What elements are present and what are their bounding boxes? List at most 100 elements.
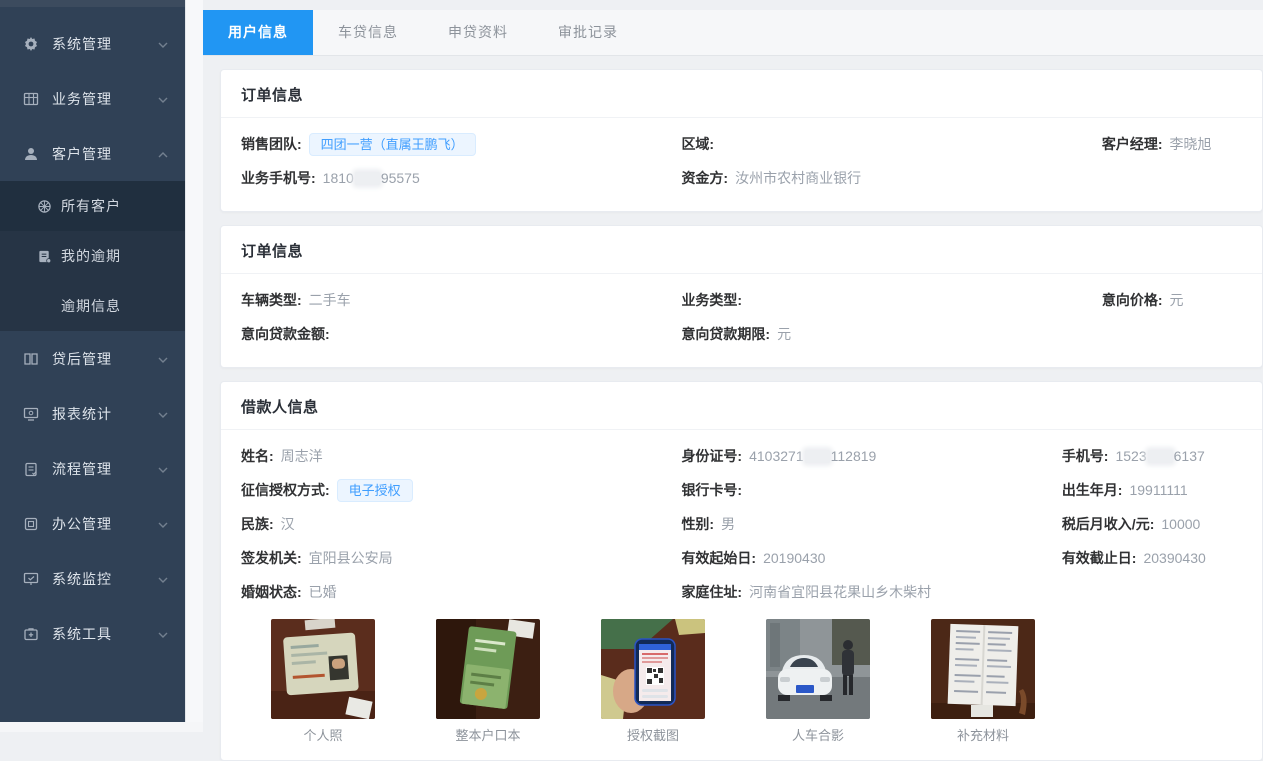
photo-item: 整本户口本	[436, 619, 540, 744]
sidebar-item-process[interactable]: 流程管理	[0, 441, 185, 496]
photo-item: 人车合影	[766, 619, 870, 744]
detail-tabbar: 用户信息 车贷信息 申贷资料 审批记录	[203, 10, 1263, 56]
field-label: 家庭住址:	[681, 584, 742, 600]
field-value: 10000	[1161, 516, 1200, 532]
document-icon	[36, 248, 52, 264]
field-value: 元	[1170, 292, 1184, 308]
chevron-down-icon	[157, 38, 169, 50]
field-id-number: 身份证号: 4103271112819	[681, 446, 1061, 466]
tab-approval-records[interactable]: 审批记录	[533, 10, 643, 55]
card-body: 车辆类型:二手车 业务类型: 意向价格:元 意向贷款金额: 意向贷款期限:元	[221, 274, 1262, 367]
field-ethnicity: 民族:汉	[241, 514, 681, 534]
sidebar-item-label: 办公管理	[52, 514, 157, 534]
field-label: 有效截止日:	[1062, 550, 1137, 566]
document-photo[interactable]	[931, 619, 1035, 719]
sidebar-item-reports[interactable]: 报表统计	[0, 386, 185, 441]
field-gender: 性别: 男	[681, 514, 1061, 534]
sidebar-item-office[interactable]: 办公管理	[0, 496, 185, 551]
field-row: 婚姻状态:已婚 家庭住址:河南省宜阳县花果山乡木柴村	[241, 575, 1242, 609]
field-vehicle-type: 车辆类型:二手车	[241, 290, 681, 310]
sales-team-tag: 四团一营（直属王鹏飞）	[309, 133, 476, 156]
field-value: 李晓旭	[1170, 136, 1212, 152]
field-home-address: 家庭住址:河南省宜阳县花果山乡木柴村	[681, 582, 1061, 602]
field-label: 银行卡号:	[681, 482, 742, 498]
photo-item: 补充材料	[931, 619, 1035, 744]
tab-car-loan-info[interactable]: 车贷信息	[313, 10, 423, 55]
field-value: 181095575	[323, 170, 420, 186]
sidebar-item-system[interactable]: 系统管理	[0, 16, 185, 71]
field-row: 销售团队:四团一营（直属王鹏飞） 区域: 客户经理:李晓旭	[241, 127, 1242, 161]
field-label: 手机号:	[1062, 448, 1109, 464]
sidebar-item-all-customers[interactable]: 所有客户	[0, 181, 185, 231]
field-value: 19911111	[1129, 482, 1187, 498]
main-content: 用户信息 车贷信息 申贷资料 审批记录 订单信息 销售团队:四团一营（直属王鹏飞…	[203, 0, 1263, 732]
field-valid-to: 有效截止日: 20390430	[1062, 548, 1242, 568]
field-value: 15236137	[1115, 448, 1204, 464]
sidebar-item-label: 业务管理	[52, 89, 157, 109]
chevron-down-icon	[157, 518, 169, 530]
order-info-card-2: 订单信息 车辆类型:二手车 业务类型: 意向价格:元 意向贷款金额:	[220, 225, 1263, 368]
field-label: 区域:	[681, 136, 714, 152]
field-label: 意向贷款期限:	[681, 326, 770, 342]
field-label: 姓名:	[241, 448, 274, 464]
chevron-up-icon	[157, 148, 169, 160]
field-value: 20390430	[1143, 550, 1205, 566]
sidebar-item-monitor[interactable]: 系统监控	[0, 551, 185, 606]
sidebar-item-business[interactable]: 业务管理	[0, 71, 185, 126]
person-car-photo[interactable]	[766, 619, 870, 719]
field-funder: 资金方:汝州市农村商业银行	[681, 168, 1101, 188]
auth-qr-photo[interactable]	[601, 619, 705, 719]
field-valid-from: 有效起始日:20190430	[681, 548, 1061, 568]
gear-icon	[22, 35, 39, 52]
wheel-icon	[36, 198, 52, 214]
sidebar-item-customer[interactable]: 客户管理	[0, 126, 185, 181]
sidebar-item-label: 流程管理	[52, 459, 157, 479]
card-body: 姓名:周志洋 身份证号:4103271112819 手机号:15236137 征…	[221, 430, 1262, 760]
photo-caption: 个人照	[271, 725, 375, 744]
field-label: 业务手机号:	[241, 170, 316, 186]
borrower-photos: 个人照	[271, 619, 1242, 744]
sidebar-item-overdue-info[interactable]: 逾期信息	[0, 281, 185, 331]
field-value: 4103271112819	[749, 448, 876, 464]
field-credit-auth: 征信授权方式:电子授权	[241, 479, 681, 502]
toolbox-icon	[22, 625, 39, 642]
sidebar-item-label: 报表统计	[52, 404, 157, 424]
photo-item: 授权截图	[601, 619, 705, 744]
id-card-photo[interactable]	[271, 619, 375, 719]
sidebar-item-postloan[interactable]: 贷后管理	[0, 331, 185, 386]
photo-item: 个人照	[271, 619, 375, 744]
field-row: 签发机关:宜阳县公安局 有效起始日:20190430 有效截止日:2039043…	[241, 541, 1242, 575]
tab-user-info[interactable]: 用户信息	[203, 10, 313, 55]
sidebar-item-tools[interactable]: 系统工具	[0, 606, 185, 661]
sidebar-item-label: 客户管理	[52, 144, 157, 164]
field-value: 已婚	[309, 584, 337, 600]
book-icon	[22, 350, 39, 367]
field-marital-status: 婚姻状态:已婚	[241, 582, 681, 602]
tab-loan-application-docs[interactable]: 申贷资料	[423, 10, 533, 55]
sidebar-content-divider	[185, 0, 203, 732]
card-title: 订单信息	[221, 70, 1262, 118]
field-account-manager: 客户经理:李晓旭	[1102, 134, 1242, 154]
field-value: 男	[721, 516, 735, 532]
sidebar-item-label: 所有客户	[61, 196, 121, 216]
chevron-down-icon	[157, 93, 169, 105]
field-label: 征信授权方式:	[241, 482, 330, 498]
field-sales-team: 销售团队:四团一营（直属王鹏飞）	[241, 133, 681, 156]
card-title: 订单信息	[221, 226, 1262, 274]
photo-caption: 人车合影	[766, 725, 870, 744]
household-booklet-photo[interactable]	[436, 619, 540, 719]
field-row: 业务手机号: 181095575 资金方:汝州市农村商业银行	[241, 161, 1242, 195]
sidebar-item-label: 系统监控	[52, 569, 157, 589]
monitor-check-icon	[22, 570, 39, 587]
borrower-info-card: 借款人信息 姓名:周志洋 身份证号:4103271112819 手机号:1523…	[220, 381, 1263, 761]
field-income: 税后月收入/元:10000	[1062, 514, 1242, 534]
field-row: 民族:汉 性别: 男 税后月收入/元:10000	[241, 507, 1242, 541]
field-label: 性别:	[681, 516, 714, 532]
redacted-blur	[355, 172, 380, 185]
bottom-scroll-strip	[0, 722, 203, 732]
field-business-phone: 业务手机号: 181095575	[241, 168, 681, 188]
field-label: 身份证号:	[681, 448, 742, 464]
sidebar-item-my-overdue[interactable]: 我的逾期	[0, 231, 185, 281]
field-business-type: 业务类型:	[681, 290, 1101, 310]
redacted-blur	[1148, 450, 1173, 463]
